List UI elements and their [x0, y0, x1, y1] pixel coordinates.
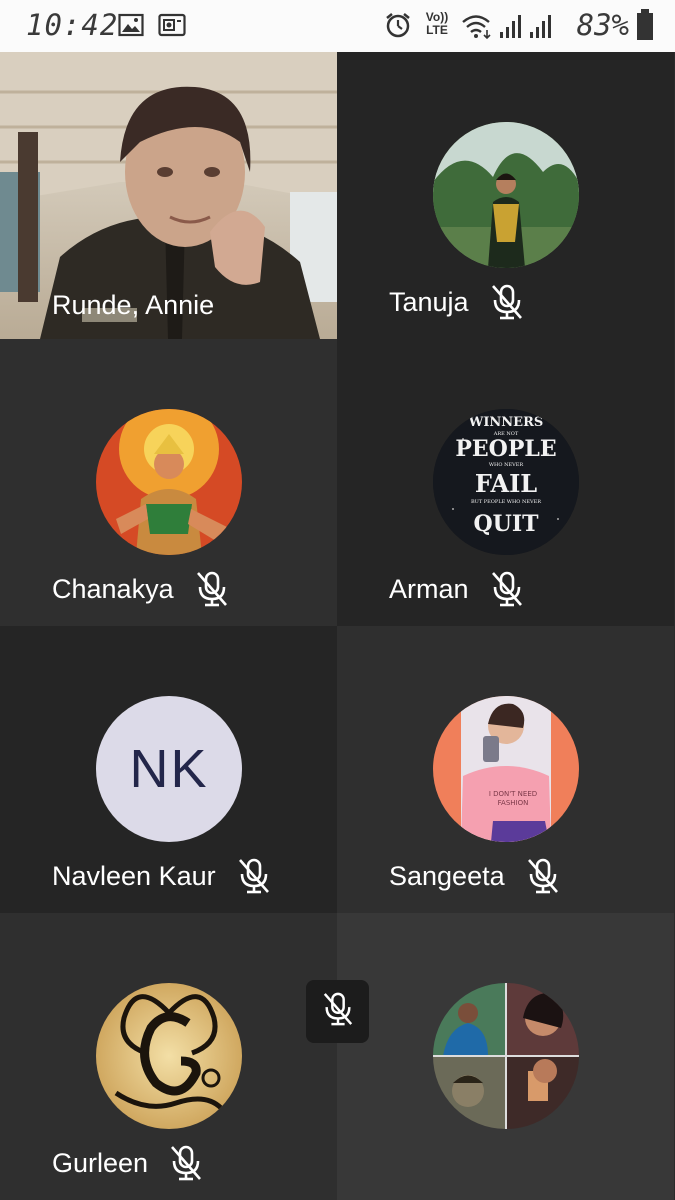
avatar-text-line: WINNERS: [468, 415, 544, 430]
participant-name: Navleen Kaur: [52, 860, 216, 891]
participant-name-row: Sangeeta: [389, 857, 561, 895]
mic-off-icon: [489, 570, 525, 608]
participant-tile-runde-annie[interactable]: Runde, Annie: [0, 52, 337, 339]
wifi-icon: [460, 12, 494, 45]
participant-avatar: I DON'T NEED FASHION: [433, 696, 579, 842]
participant-tile-navleen-kaur[interactable]: NK Navleen Kaur: [0, 626, 337, 913]
participant-avatar: [433, 122, 579, 268]
participant-name: Chanakya: [52, 573, 174, 604]
participant-name-row: Arman: [389, 570, 525, 608]
participant-tile-chanakya[interactable]: Chanakya: [0, 339, 337, 626]
participant-name-row: Navleen Kaur: [52, 857, 272, 895]
participant-name: Arman: [389, 573, 469, 604]
alarm-icon: [384, 11, 412, 44]
gallery-icon: [118, 12, 144, 43]
volte-label-bottom: LTE: [426, 23, 448, 37]
avatar-text-line: I DON'T NEED: [489, 790, 537, 798]
participant-name-row: Chanakya: [52, 570, 230, 608]
participant-tile-arman[interactable]: WINNERS ARE NOT PEOPLE WHO NEVER FAIL BU…: [337, 339, 674, 626]
participant-name-row: Tanuja: [389, 283, 525, 321]
avatar-text-line: WHO NEVER: [489, 462, 523, 468]
mic-off-icon: [489, 283, 525, 321]
participant-avatar: [433, 983, 579, 1129]
volte-icon: Vo)) LTE: [422, 11, 452, 37]
participant-name: Sangeeta: [389, 860, 505, 891]
participant-name-row: Gurleen: [52, 1144, 204, 1182]
participant-tile-sangeeta[interactable]: I DON'T NEED FASHION Sangeeta: [337, 626, 674, 913]
participant-name: Tanuja: [389, 286, 469, 317]
self-mute-button[interactable]: [306, 980, 369, 1043]
avatar-text-line: QUIT: [473, 511, 539, 537]
mic-off-icon: [168, 1144, 204, 1182]
participant-name: Gurleen: [52, 1147, 149, 1178]
avatar-text-line: FASHION: [498, 799, 529, 807]
mic-off-icon: [525, 857, 561, 895]
participant-tile-gurleen[interactable]: Gurleen: [0, 913, 337, 1200]
participant-name: Runde, Annie: [52, 290, 215, 320]
participant-grid: Runde, Annie Tanuja Chanakya WINNERS ARE…: [0, 52, 675, 1200]
participant-avatar: WINNERS ARE NOT PEOPLE WHO NEVER FAIL BU…: [433, 409, 579, 555]
participant-avatar: [96, 983, 242, 1129]
status-bar: 10:42 Vo)) LTE 83%: [0, 0, 675, 52]
avatar-text-line: BUT PEOPLE WHO NEVER: [471, 499, 541, 505]
participant-tile-tanuja[interactable]: Tanuja: [337, 52, 674, 339]
status-time: 10:42: [26, 8, 119, 42]
mic-off-icon: [194, 570, 230, 608]
signal-icon: [498, 12, 524, 45]
battery-percent: 83%: [576, 8, 629, 42]
screen-record-icon: [158, 12, 186, 43]
participant-name-row: Runde, Annie: [52, 290, 214, 321]
mic-off-icon: [236, 857, 272, 895]
participant-initials-avatar: NK: [96, 696, 242, 842]
participant-tile-unnamed[interactable]: [337, 913, 674, 1200]
battery-icon: [636, 9, 654, 46]
participant-avatar: [96, 409, 242, 555]
avatar-text-line: PEOPLE: [455, 436, 556, 462]
signal-icon: [528, 12, 554, 45]
avatar-text-line: FAIL: [475, 469, 537, 498]
mic-off-icon: [321, 991, 355, 1032]
